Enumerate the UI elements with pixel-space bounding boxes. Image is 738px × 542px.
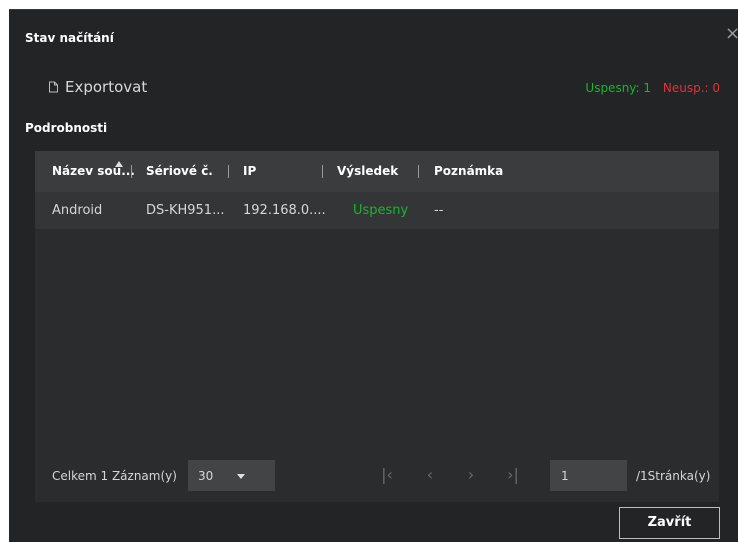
page-total: /1Stránka(y) (636, 469, 711, 483)
column-header-ip[interactable]: IP (243, 151, 256, 192)
column-separator[interactable] (131, 165, 132, 178)
table-header: Název sou... Sériové č. IP Výsledek Pozn… (35, 151, 719, 192)
dialog-title: Stav načítání (25, 31, 114, 45)
sort-ascending-icon[interactable] (115, 161, 123, 167)
column-header-name[interactable]: Název sou... (52, 151, 135, 192)
details-heading: Podrobnosti (25, 121, 108, 135)
export-button[interactable]: Exportovat (48, 78, 147, 96)
export-label: Exportovat (65, 78, 148, 96)
page-number-input[interactable]: 1 (550, 460, 627, 491)
success-count: Uspesny: 1 (585, 81, 652, 95)
file-export-icon (49, 81, 58, 93)
total-records: Celkem 1 Záznam(y) (52, 469, 177, 483)
page-number-value: 1 (561, 469, 569, 483)
chevron-down-icon (237, 474, 245, 479)
column-separator[interactable] (322, 165, 323, 178)
column-header-result[interactable]: Výsledek (337, 151, 398, 192)
page-size-select[interactable]: 30 (188, 460, 275, 491)
column-separator[interactable] (228, 165, 229, 178)
last-page-icon[interactable]: ›| (503, 465, 523, 484)
cell-note: -- (434, 203, 444, 218)
result-counts: Uspesny: 1 Neusp.: 0 (585, 81, 720, 95)
cell-serial: DS-KH951... (146, 203, 225, 218)
page-size-value: 30 (198, 469, 214, 483)
fail-count: Neusp.: 0 (662, 81, 720, 95)
cell-ip: 192.168.0.... (243, 203, 326, 218)
close-button[interactable]: Zavřít (619, 507, 720, 539)
next-page-icon[interactable]: › (461, 465, 481, 484)
cell-result: Uspesny (353, 203, 409, 218)
cell-name: Android (52, 203, 103, 218)
column-header-serial[interactable]: Sériové č. (146, 151, 213, 192)
first-page-icon[interactable]: |‹ (377, 465, 397, 484)
details-table: Název sou... Sériové č. IP Výsledek Pozn… (35, 151, 719, 502)
column-header-note[interactable]: Poznámka (434, 151, 503, 192)
pagination-bar: Celkem 1 Záznam(y) 30 |‹ ‹ › ›| 1 /1Strá… (35, 459, 719, 495)
table-row[interactable]: Android DS-KH951... 192.168.0.... Uspesn… (35, 192, 719, 229)
column-separator[interactable] (418, 165, 419, 178)
previous-page-icon[interactable]: ‹ (420, 465, 440, 484)
close-icon[interactable]: × (725, 25, 738, 43)
